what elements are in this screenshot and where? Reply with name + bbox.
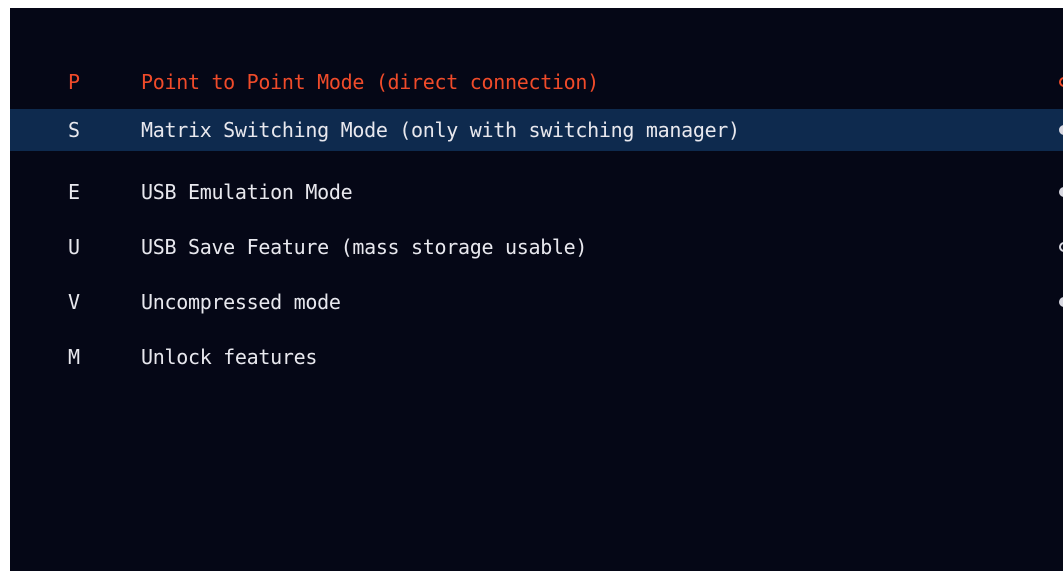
menu-item-hotkey: V (68, 289, 81, 314)
radio-on-icon[interactable] (1059, 296, 1063, 307)
menu-item-hotkey: S (68, 118, 81, 142)
menu-item-usb-emulation[interactable]: E USB Emulation Mode (10, 164, 1063, 219)
menu-item-label: Unlock features (141, 344, 318, 369)
menu-item-hotkey: U (68, 234, 81, 259)
menu-item-label: Matrix Switching Mode (only with switchi… (141, 118, 740, 142)
radio-off-icon[interactable] (1059, 76, 1063, 87)
radio-on-icon[interactable] (1059, 186, 1063, 197)
menu-item-label: Point to Point Mode (direct connection) (141, 69, 599, 94)
menu-item-matrix-switching[interactable]: S Matrix Switching Mode (only with switc… (10, 109, 1063, 151)
menu-item-uncompressed[interactable]: V Uncompressed mode (10, 274, 1063, 329)
menu-item-label: USB Emulation Mode (141, 179, 353, 204)
radio-off-icon[interactable] (1059, 241, 1063, 252)
menu-item-hotkey: M (68, 344, 81, 369)
radio-on-icon[interactable] (1059, 125, 1063, 135)
menu-item-label: USB Save Feature (mass storage usable) (141, 234, 588, 259)
mode-menu: P Point to Point Mode (direct connection… (10, 54, 1063, 384)
menu-item-label: Uncompressed mode (141, 289, 341, 314)
menu-item-point-to-point[interactable]: P Point to Point Mode (direct connection… (10, 54, 1063, 109)
osd-menu-screen: P Point to Point Mode (direct connection… (10, 8, 1063, 571)
menu-item-usb-save[interactable]: U USB Save Feature (mass storage usable) (10, 219, 1063, 274)
menu-item-hotkey: E (68, 179, 81, 204)
menu-item-unlock-features[interactable]: M Unlock features (10, 329, 1063, 384)
menu-item-hotkey: P (68, 69, 81, 94)
